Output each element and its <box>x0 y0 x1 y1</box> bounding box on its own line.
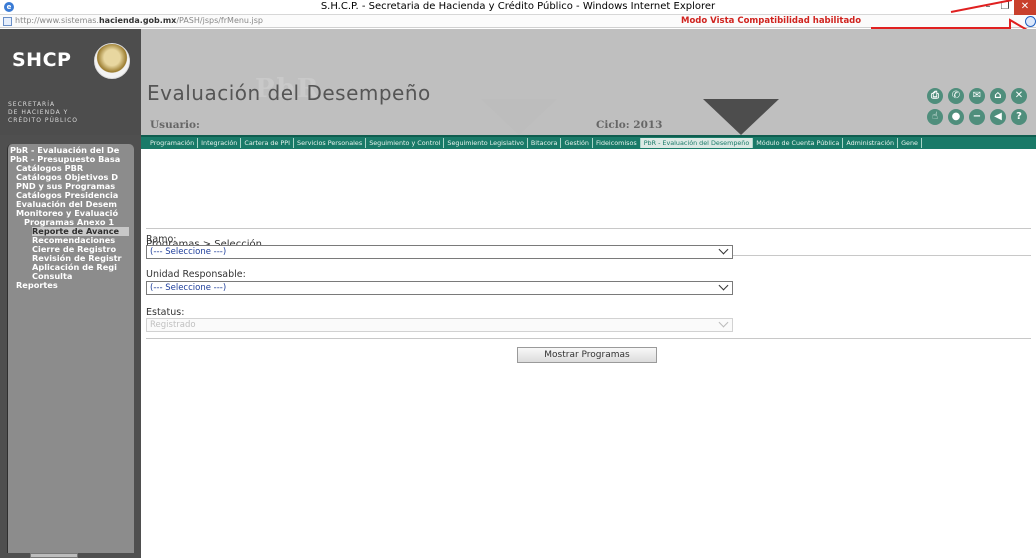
divider <box>146 338 1031 339</box>
help-icon[interactable]: ? <box>1011 109 1027 125</box>
tab-item[interactable]: Servicios Personales <box>294 138 367 148</box>
unidad-responsable-select-value: (--- Seleccione ---) <box>150 283 227 293</box>
header-decor-left <box>481 99 557 135</box>
chevron-down-icon <box>718 280 729 291</box>
phone-icon[interactable]: ✆ <box>948 88 964 104</box>
module-tabs: Programación Integración Cartera de PPI Ser… <box>147 138 922 148</box>
tab-item[interactable]: Seguimiento Legislativo <box>444 138 528 148</box>
minus-icon[interactable]: − <box>969 109 985 125</box>
unidad-responsable-label: Unidad Responsable: <box>146 269 246 280</box>
ramo-select[interactable]: (--- Seleccione ---) <box>146 244 733 259</box>
main-content: Programas > Selección Ramo: (--- Selecci… <box>141 149 1036 558</box>
tab-item[interactable]: Seguimiento y Control <box>366 138 445 148</box>
secretaria-line: SECRETARÍA <box>8 101 56 108</box>
tab-item[interactable]: Gestión <box>561 138 593 148</box>
tab-item[interactable]: Módulo de Cuenta Pública <box>753 138 844 148</box>
header-decor-right <box>703 99 779 135</box>
divider <box>146 228 1031 229</box>
mostrar-programas-button[interactable]: Mostrar Programas <box>517 347 657 363</box>
tab-item[interactable]: Cartera de PPI <box>241 138 295 148</box>
back-icon[interactable]: ◀ <box>990 109 1006 125</box>
national-seal-icon <box>94 43 130 79</box>
home-icon[interactable]: ⌂ <box>990 88 1006 104</box>
usuario-label: Usuario: <box>150 119 200 131</box>
tab-item[interactable]: Programación <box>147 138 199 148</box>
mail-icon[interactable]: ✉ <box>969 88 985 104</box>
record-icon[interactable]: ● <box>948 109 964 125</box>
site-header: SHCP SECRETARÍA DE HACIENDA Y CRÉDITO PÚ… <box>0 29 1036 135</box>
chevron-down-icon <box>718 317 729 328</box>
shcp-logo[interactable]: SHCP SECRETARÍA DE HACIENDA Y CRÉDITO PÚ… <box>0 29 141 135</box>
close-icon[interactable]: ✕ <box>1011 88 1027 104</box>
shcp-logo-text: SHCP <box>12 49 72 71</box>
tab-item[interactable]: Bitacora <box>528 138 562 148</box>
estatus-label: Estatus: <box>146 307 185 318</box>
tab-item[interactable]: PbR - Evaluación del Desempeño <box>640 138 754 148</box>
tab-item[interactable]: Integración <box>198 138 242 148</box>
estatus-select-value: Registrado <box>150 320 196 330</box>
secretaria-line: DE HACIENDA Y <box>8 109 69 116</box>
tab-item[interactable]: Gene <box>898 138 922 148</box>
print-icon[interactable]: ⎙ <box>927 88 943 104</box>
estatus-select[interactable]: Registrado <box>146 317 733 332</box>
module-tab-bar: Programación Integración Cartera de PPI Ser… <box>141 135 1036 149</box>
unidad-responsable-select[interactable]: (--- Seleccione ---) <box>146 280 733 295</box>
sidebar-item[interactable]: Reportes <box>16 281 58 290</box>
secretaria-line: CRÉDITO PÚBLICO <box>8 117 78 124</box>
secretaria-text: SECRETARÍA DE HACIENDA Y CRÉDITO PÚBLICO <box>8 101 78 125</box>
app-title: Evaluación del Desempeño <box>147 81 431 105</box>
ramo-select-value: (--- Seleccione ---) <box>150 247 227 257</box>
ramo-label: Ramo: <box>146 234 177 245</box>
tab-item[interactable]: Administración <box>843 138 899 148</box>
sidebar-bottom-tab[interactable] <box>30 553 78 558</box>
ciclo-label: Ciclo: 2013 <box>596 119 663 131</box>
chevron-down-icon <box>718 244 729 255</box>
thumb-icon[interactable]: ☝ <box>927 109 943 125</box>
sidebar: PbR - Evaluación del De PbR - Presupuesto… <box>0 135 141 558</box>
sidebar-menu: PbR - Evaluación del De PbR - Presupuesto… <box>7 144 134 553</box>
tab-item[interactable]: Fideicomisos <box>593 138 641 148</box>
